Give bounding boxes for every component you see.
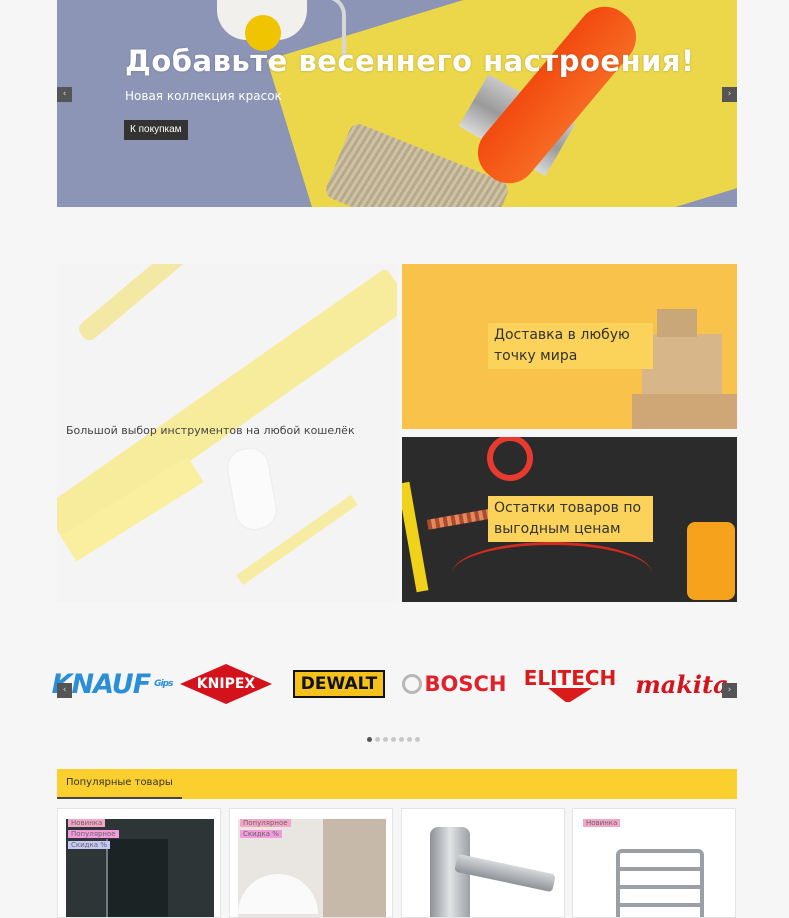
badge-new: Новинка xyxy=(583,819,621,827)
hero-prev-arrow-icon[interactable]: ‹ xyxy=(57,87,72,102)
hero-next-arrow-icon[interactable]: › xyxy=(722,87,737,102)
brand-elitech-text: ELITECH xyxy=(523,666,617,690)
electrical-tape-image xyxy=(487,437,533,481)
product-card[interactable]: Популярное Скидка % xyxy=(229,808,393,918)
wire-image xyxy=(452,542,652,602)
shop-now-button[interactable]: К покупкам xyxy=(124,120,188,140)
hero-subtitle: Новая коллекция красок xyxy=(125,89,282,103)
brand-logo-dewalt[interactable]: DEWALT xyxy=(290,662,388,706)
brands-prev-arrow-icon[interactable]: ‹ xyxy=(57,683,72,698)
cardboard-box-image xyxy=(642,334,722,394)
hero-title: Добавьте весеннего настроения! xyxy=(125,44,695,78)
brands-next-arrow-icon[interactable]: › xyxy=(722,683,737,698)
cardboard-box-image xyxy=(657,309,697,337)
cardboard-box-image xyxy=(632,394,737,429)
elitech-chevron-shape xyxy=(548,688,592,702)
product-image-faucet[interactable] xyxy=(410,819,558,917)
pagination-dot[interactable] xyxy=(407,737,412,742)
pagination-dot[interactable] xyxy=(391,737,396,742)
promo-leftovers-label: Остатки товаров по выгодным ценам xyxy=(488,496,653,542)
product-card[interactable]: Новинка Популярное Скидка % xyxy=(57,808,221,918)
bosch-ring-icon xyxy=(401,674,422,694)
screwdriver-image xyxy=(402,481,429,593)
brand-logo-knauf[interactable]: KNAUF Gips xyxy=(52,662,174,706)
brand-logo-makita[interactable]: makita xyxy=(630,662,734,706)
pagination-dot[interactable] xyxy=(383,737,388,742)
brand-bosch-text: BOSCH xyxy=(424,672,507,696)
product-card[interactable]: Новинка xyxy=(572,808,736,918)
paint-roller-image xyxy=(225,446,279,532)
badge-discount: Скидка % xyxy=(68,841,110,849)
pagination-dot[interactable] xyxy=(415,737,420,742)
brand-knipex-text: KNIPEX xyxy=(196,676,256,692)
hero-slider[interactable] xyxy=(57,0,737,207)
badge-popular: Популярное xyxy=(68,830,119,838)
brand-logo-elitech[interactable]: ELITECH xyxy=(523,662,617,706)
brand-logo-knipex[interactable]: KNIPEX xyxy=(174,662,278,706)
brand-dewalt-text: DEWALT xyxy=(292,670,386,698)
pagination-dot[interactable] xyxy=(399,737,404,742)
multimeter-image xyxy=(687,522,735,600)
brands-pagination xyxy=(367,737,420,742)
paintbrush-image xyxy=(75,264,189,344)
pagination-dot[interactable] xyxy=(367,737,372,742)
badge-new: Новинка xyxy=(68,819,106,827)
product-image-towel-rail[interactable] xyxy=(581,819,729,917)
brand-makita-text: makita xyxy=(635,669,729,699)
badge-discount: Скидка % xyxy=(240,830,282,838)
promo-tools-caption: Большой выбор инструментов на любой коше… xyxy=(66,424,355,437)
badge-popular: Популярное xyxy=(240,819,291,827)
brand-knauf-sub: Gips xyxy=(154,679,173,689)
product-card[interactable] xyxy=(401,808,565,918)
pagination-dot[interactable] xyxy=(375,737,380,742)
tab-popular-products[interactable]: Популярные товары xyxy=(57,769,182,799)
brand-logo-bosch[interactable]: BOSCH xyxy=(400,662,508,706)
promo-delivery-label: Доставка в любую точку мира xyxy=(488,323,653,369)
